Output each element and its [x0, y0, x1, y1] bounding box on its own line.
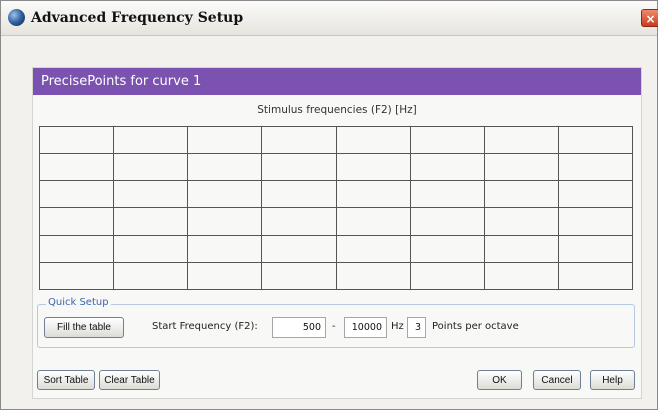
table-cell[interactable]: [409, 207, 485, 236]
table-cell[interactable]: [557, 125, 634, 155]
help-button[interactable]: Help: [590, 370, 635, 390]
table-cell[interactable]: [409, 180, 485, 209]
table-cell[interactable]: [483, 234, 559, 263]
table-cell[interactable]: [483, 261, 559, 291]
table-cell[interactable]: [335, 153, 411, 182]
panel-header: PrecisePoints for curve 1: [33, 68, 641, 95]
close-icon[interactable]: ×: [641, 9, 658, 27]
table-cell[interactable]: [187, 153, 263, 182]
table-cell[interactable]: [187, 207, 263, 236]
fill-table-button[interactable]: Fill the table: [44, 317, 124, 338]
hz-unit-label: Hz: [391, 321, 404, 332]
globe-icon: [8, 9, 25, 26]
sort-table-button[interactable]: Sort Table: [37, 370, 95, 390]
table-cell[interactable]: [187, 180, 263, 209]
table-cell[interactable]: [409, 153, 485, 182]
table-row: [38, 125, 634, 155]
precise-points-panel: PrecisePoints for curve 1 Stimulus frequ…: [32, 67, 642, 399]
table-cell[interactable]: [113, 153, 189, 182]
quick-setup-legend: Quick Setup: [46, 297, 111, 308]
table-cell[interactable]: [335, 261, 411, 291]
table-cell[interactable]: [335, 234, 411, 263]
table-cell[interactable]: [557, 261, 634, 291]
table-cell[interactable]: [409, 125, 485, 155]
table-cell[interactable]: [557, 234, 634, 263]
quick-setup-group: Quick Setup Fill the table Start Frequen…: [37, 297, 635, 348]
table-cell[interactable]: [187, 125, 263, 155]
clear-table-button[interactable]: Clear Table: [99, 370, 160, 390]
table-cell[interactable]: [187, 261, 263, 291]
table-cell[interactable]: [409, 234, 485, 263]
table-cell[interactable]: [113, 234, 189, 263]
table-row: [38, 153, 634, 182]
table-cell[interactable]: [557, 153, 634, 182]
end-frequency-field[interactable]: 10000: [344, 317, 387, 338]
table-cell[interactable]: [38, 180, 115, 209]
table-cell[interactable]: [261, 180, 337, 209]
table-cell[interactable]: [38, 261, 115, 291]
table-cell[interactable]: [261, 234, 337, 263]
table-cell[interactable]: [113, 180, 189, 209]
table-cell[interactable]: [38, 153, 115, 182]
table-cell[interactable]: [483, 153, 559, 182]
start-frequency-label: Start Frequency (F2):: [152, 321, 258, 332]
table-cell[interactable]: [261, 125, 337, 155]
table-cell[interactable]: [335, 125, 411, 155]
table-row: [38, 234, 634, 263]
table-cell[interactable]: [557, 207, 634, 236]
table-cell[interactable]: [409, 261, 485, 291]
table-cell[interactable]: [113, 125, 189, 155]
table-row: [38, 180, 634, 209]
table-cell[interactable]: [483, 207, 559, 236]
points-per-octave-field[interactable]: 3: [407, 317, 426, 338]
table-cell[interactable]: [261, 261, 337, 291]
table-cell[interactable]: [483, 180, 559, 209]
table-cell[interactable]: [113, 261, 189, 291]
range-dash: -: [332, 321, 336, 332]
table-row: [38, 261, 634, 291]
table-cell[interactable]: [261, 207, 337, 236]
ok-button[interactable]: OK: [477, 370, 522, 390]
window-title: Advanced Frequency Setup: [31, 10, 244, 26]
table-cell[interactable]: [335, 180, 411, 209]
table-cell[interactable]: [483, 125, 559, 155]
table-cell[interactable]: [261, 153, 337, 182]
table-cell[interactable]: [113, 207, 189, 236]
start-frequency-field[interactable]: 500: [272, 317, 326, 338]
frequency-table: [38, 125, 634, 291]
cancel-button[interactable]: Cancel: [533, 370, 581, 390]
table-caption: Stimulus frequencies (F2) [Hz]: [257, 104, 417, 116]
dialog-window: Advanced Frequency Setup × PrecisePoints…: [0, 0, 658, 410]
table-cell[interactable]: [38, 234, 115, 263]
points-per-octave-label: Points per octave: [432, 321, 519, 332]
table-cell[interactable]: [38, 207, 115, 236]
table-cell[interactable]: [557, 180, 634, 209]
table-cell[interactable]: [38, 125, 115, 155]
table-cell[interactable]: [187, 234, 263, 263]
table-row: [38, 207, 634, 236]
table-cell[interactable]: [335, 207, 411, 236]
title-bar[interactable]: Advanced Frequency Setup ×: [1, 1, 658, 36]
